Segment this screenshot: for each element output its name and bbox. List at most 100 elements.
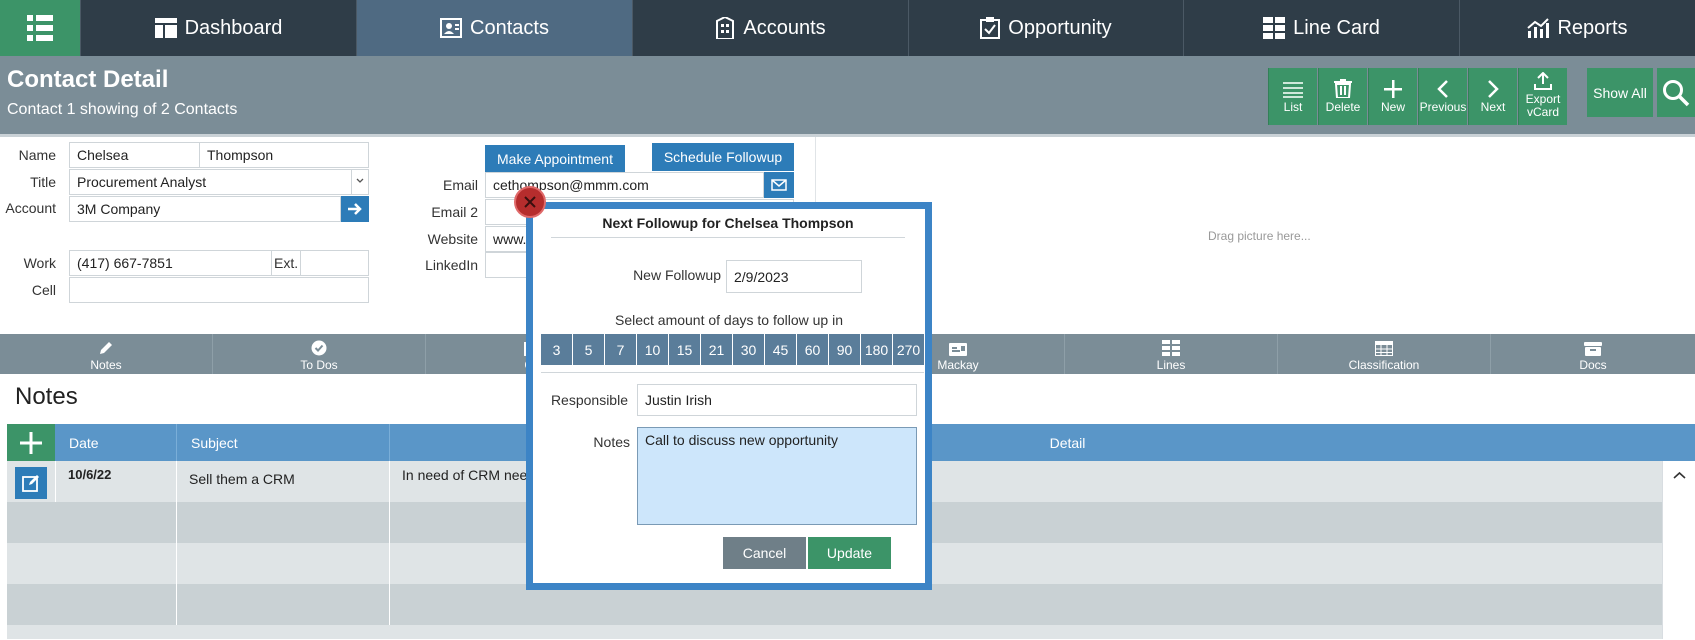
cell-field[interactable]	[69, 277, 369, 303]
box-icon	[1584, 342, 1602, 356]
top-navigation: Dashboard Contacts Accounts Opportunity	[0, 0, 1695, 56]
dialog-title: Next Followup for Chelsea Thompson	[551, 215, 905, 238]
column-header-date[interactable]: Date	[55, 424, 176, 461]
add-note-button[interactable]	[7, 424, 55, 461]
section-tab-lines[interactable]: Lines	[1064, 334, 1277, 374]
title-dropdown-toggle[interactable]	[351, 169, 369, 195]
schedule-followup-button[interactable]: Schedule Followup	[652, 143, 794, 171]
empty-cell	[389, 584, 1662, 625]
day-option-5[interactable]: 5	[573, 334, 605, 365]
show-all-button[interactable]: Show All	[1587, 68, 1653, 117]
column-header-subject[interactable]: Subject	[176, 424, 389, 461]
dialog-divider	[541, 372, 924, 373]
day-option-90[interactable]: 90	[829, 334, 861, 365]
day-option-30[interactable]: 30	[733, 334, 765, 365]
table-row	[7, 625, 1662, 640]
section-tab-label: Lines	[1156, 358, 1186, 372]
empty-cell	[176, 502, 389, 543]
apps-menu-button[interactable]	[0, 0, 80, 56]
section-tab-label: Classification	[1348, 358, 1420, 372]
first-name-field[interactable]: Chelsea	[69, 142, 200, 168]
previous-button[interactable]: Previous	[1418, 68, 1467, 125]
note-date: 10/6/22	[55, 461, 176, 502]
plus-icon	[1384, 80, 1402, 98]
section-tab-notes[interactable]: Notes	[0, 334, 212, 374]
ext-label: Ext.	[271, 250, 301, 276]
day-option-180[interactable]: 180	[861, 334, 893, 365]
notes-heading: Notes	[15, 383, 78, 410]
new-button-label: New	[1380, 100, 1405, 114]
picture-drop-hint: Drag picture here...	[1208, 229, 1311, 243]
grid-icon	[1263, 17, 1286, 39]
chevron-right-icon	[1488, 80, 1499, 98]
work-phone-label: Work	[23, 255, 56, 271]
linkedin-label: LinkedIn	[425, 257, 478, 273]
table-icon	[1375, 341, 1393, 356]
day-option-21[interactable]: 21	[701, 334, 733, 365]
search-button[interactable]	[1657, 68, 1695, 117]
page-title: Contact Detail	[7, 66, 169, 93]
nav-tab-contacts[interactable]: Contacts	[356, 0, 632, 56]
export-vcard-button[interactable]: Export vCard	[1518, 68, 1567, 125]
update-button[interactable]: Update	[808, 537, 891, 569]
detail-header-text: Detail	[1049, 434, 1086, 451]
empty-cell	[176, 584, 389, 625]
nav-tab-label: Line Card	[1293, 16, 1380, 39]
website-label: Website	[427, 231, 478, 247]
new-button[interactable]: New	[1368, 68, 1417, 125]
new-followup-date-field[interactable]: 2/9/2023	[726, 260, 862, 293]
day-option-15[interactable]: 15	[669, 334, 701, 365]
nav-tab-reports[interactable]: Reports	[1459, 0, 1695, 56]
notes-scrollbar[interactable]	[1662, 461, 1695, 639]
next-button[interactable]: Next	[1468, 68, 1517, 125]
list-button[interactable]: List	[1268, 68, 1317, 125]
edit-note-cell	[7, 461, 55, 502]
send-email-button[interactable]	[764, 172, 794, 198]
chevron-left-icon	[1437, 80, 1448, 98]
close-dialog-button[interactable]	[514, 186, 546, 218]
account-label: Account	[5, 200, 56, 216]
chart-icon	[1527, 18, 1550, 38]
go-to-account-button[interactable]	[341, 196, 369, 222]
ext-field[interactable]	[300, 250, 369, 276]
account-field[interactable]: 3M Company	[69, 196, 341, 222]
title-field[interactable]: Procurement Analyst	[69, 169, 352, 195]
previous-button-label: Previous	[1419, 100, 1467, 114]
list-icon	[1283, 82, 1303, 98]
dialog-notes-label: Notes	[593, 434, 630, 450]
section-tab-classification[interactable]: Classification	[1277, 334, 1490, 374]
clipboard-check-icon	[980, 17, 1001, 39]
delete-button[interactable]: Delete	[1318, 68, 1367, 125]
upload-icon	[1534, 72, 1552, 90]
building-icon	[716, 17, 735, 39]
trash-icon	[1334, 79, 1352, 98]
dialog-notes-textarea[interactable]: Call to discuss new opportunity	[637, 427, 917, 525]
responsible-field[interactable]: Justin Irish	[637, 384, 917, 416]
edit-note-button[interactable]	[15, 467, 47, 499]
nav-tab-dashboard[interactable]: Dashboard	[80, 0, 356, 56]
last-name-field[interactable]: Thompson	[199, 142, 369, 168]
nav-tab-line-card[interactable]: Line Card	[1183, 0, 1459, 56]
contacts-icon	[440, 18, 463, 38]
apps-grid-icon	[27, 15, 53, 41]
section-tab-label: Docs	[1579, 358, 1607, 372]
day-option-10[interactable]: 10	[637, 334, 669, 365]
day-option-60[interactable]: 60	[797, 334, 829, 365]
nav-tab-opportunity[interactable]: Opportunity	[908, 0, 1183, 56]
nav-tab-accounts[interactable]: Accounts	[632, 0, 908, 56]
section-tab-docs[interactable]: Docs	[1490, 334, 1695, 374]
section-tab-todos[interactable]: To Dos	[212, 334, 425, 374]
day-option-270[interactable]: 270	[893, 334, 924, 365]
picture-drop-zone[interactable]: Drag picture here...	[815, 137, 1695, 333]
section-tab-label: Notes	[90, 358, 122, 372]
cancel-button[interactable]: Cancel	[723, 537, 806, 569]
title-label: Title	[30, 174, 56, 190]
record-position-text: Contact 1 showing of 2 Contacts	[7, 101, 238, 118]
day-option-7[interactable]: 7	[605, 334, 637, 365]
work-phone-field[interactable]: (417) 667-7851	[69, 250, 272, 276]
nav-tab-label: Reports	[1557, 16, 1628, 39]
make-appointment-button[interactable]: Make Appointment	[485, 145, 625, 173]
day-option-3[interactable]: 3	[541, 334, 573, 365]
day-option-45[interactable]: 45	[765, 334, 797, 365]
chevron-up-icon[interactable]	[1663, 461, 1695, 491]
